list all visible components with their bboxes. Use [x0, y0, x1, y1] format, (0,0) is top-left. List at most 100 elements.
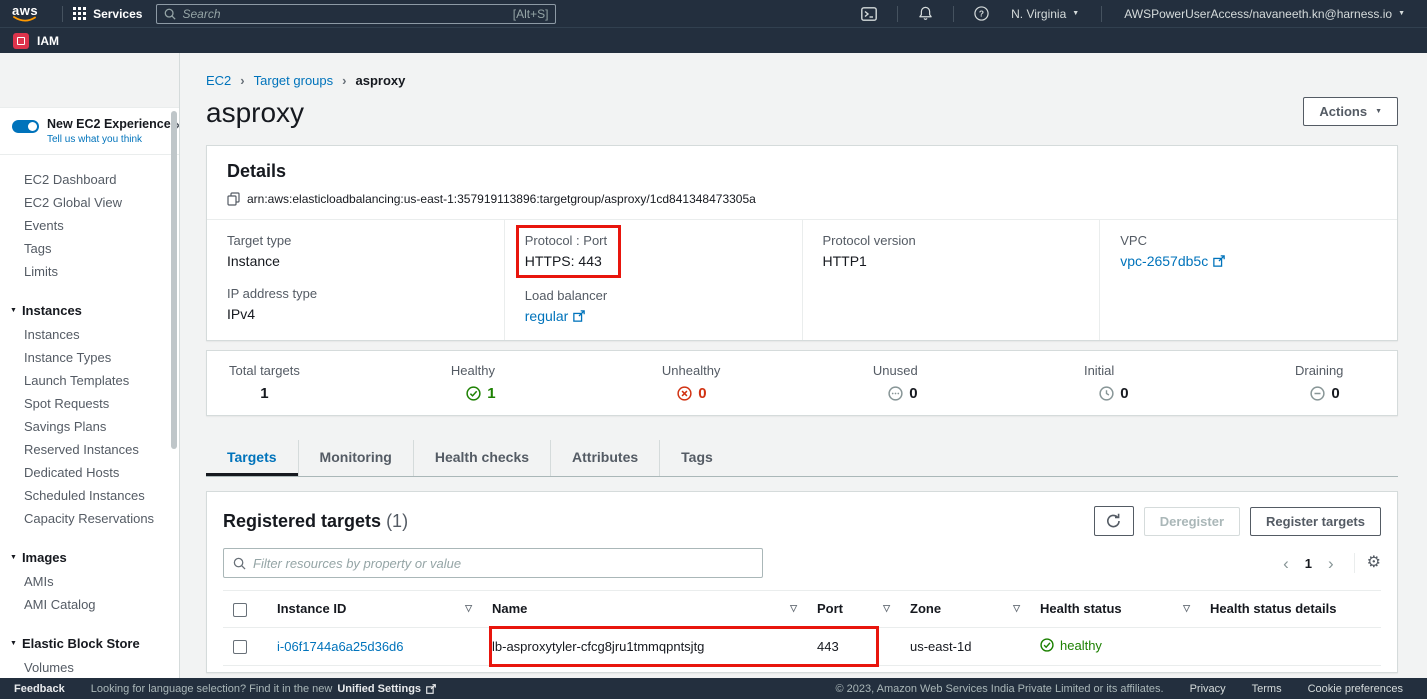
ellipsis-circle-icon	[888, 386, 903, 401]
register-targets-button[interactable]: Register targets	[1250, 507, 1381, 536]
settings-gear-icon[interactable]: ⚙	[1367, 555, 1381, 571]
tab-targets[interactable]: Targets	[206, 440, 298, 476]
account-menu[interactable]: AWSPowerUserAccess/navaneeth.kn@harness.…	[1112, 7, 1417, 21]
top-navigation-bar: aws Services [Alt+S]	[0, 0, 1427, 27]
favorites-bar: IAM	[0, 27, 1427, 53]
next-page-icon[interactable]: ›	[1320, 555, 1342, 572]
sidebar-item-volumes[interactable]: Volumes	[0, 656, 179, 678]
registered-targets-table: Instance ID ▽ Name ▽ Port ▽ Zone ▽ Healt…	[223, 590, 1381, 666]
clock-icon	[1099, 386, 1114, 401]
column-name[interactable]: Name ▽	[482, 591, 807, 628]
terms-link[interactable]: Terms	[1252, 683, 1282, 695]
ip-address-type-label: IP address type	[227, 286, 484, 301]
chevron-down-icon: ▼	[1398, 10, 1405, 17]
tab-health-checks[interactable]: Health checks	[413, 440, 550, 476]
triangle-down-icon: ▼	[10, 554, 17, 561]
sidebar-item-events[interactable]: Events	[0, 214, 179, 237]
details-heading: Details	[227, 161, 1377, 182]
sidebar-section-instances[interactable]: ▼ Instances	[0, 298, 179, 323]
sidebar-item-instances[interactable]: Instances	[0, 323, 179, 346]
sidebar-item-amis[interactable]: AMIs	[0, 570, 179, 593]
sort-icon[interactable]: ▽	[465, 603, 472, 614]
unified-settings-link[interactable]: Unified Settings	[337, 683, 421, 695]
cookie-preferences-link[interactable]: Cookie preferences	[1308, 683, 1403, 695]
page-title: asproxy	[206, 97, 304, 129]
column-port[interactable]: Port ▽	[807, 591, 900, 628]
sidebar-section-ebs[interactable]: ▼ Elastic Block Store	[0, 631, 179, 656]
table-row: i-06f1744a6a25d36d6 lb-asproxytyler-cfcg…	[223, 627, 1381, 666]
select-all-checkbox[interactable]	[233, 603, 247, 617]
sort-icon[interactable]: ▽	[1013, 603, 1020, 614]
sidebar-item-reserved-instances[interactable]: Reserved Instances	[0, 438, 179, 461]
pagination: ‹ 1 › ⚙	[1275, 553, 1381, 573]
divider	[897, 6, 898, 22]
sidebar-item-ec2-dashboard[interactable]: EC2 Dashboard	[0, 168, 179, 191]
tab-attributes[interactable]: Attributes	[550, 440, 659, 476]
sidebar-item-ec2-global-view[interactable]: EC2 Global View	[0, 191, 179, 214]
global-search[interactable]: [Alt+S]	[156, 4, 556, 24]
divider	[1101, 6, 1102, 22]
search-shortcut: [Alt+S]	[513, 7, 549, 21]
tab-tags[interactable]: Tags	[659, 440, 734, 476]
protocol-port-label: Protocol : Port	[525, 233, 607, 248]
column-health-status[interactable]: Health status ▽	[1030, 591, 1200, 628]
deregister-button[interactable]: Deregister	[1144, 507, 1240, 536]
stat-initial: Initial 0	[1084, 363, 1144, 402]
sidebar-item-dedicated-hosts[interactable]: Dedicated Hosts	[0, 461, 179, 484]
sidebar-section-images[interactable]: ▼ Images	[0, 545, 179, 570]
sidebar-item-ami-catalog[interactable]: AMI Catalog	[0, 593, 179, 616]
instance-id-link[interactable]: i-06f1744a6a25d36d6	[277, 639, 404, 654]
sidebar-item-launch-templates[interactable]: Launch Templates	[0, 369, 179, 392]
sidebar-item-savings-plans[interactable]: Savings Plans	[0, 415, 179, 438]
column-health-status-details[interactable]: Health status details	[1200, 591, 1381, 628]
copy-icon[interactable]	[227, 192, 240, 206]
actions-button[interactable]: Actions ▼	[1303, 97, 1398, 126]
filter-input[interactable]	[253, 556, 753, 571]
new-experience-toggle[interactable]	[12, 120, 39, 133]
breadcrumb-target-groups[interactable]: Target groups	[254, 73, 334, 88]
tab-monitoring[interactable]: Monitoring	[298, 440, 413, 476]
sidebar-item-capacity-reservations[interactable]: Capacity Reservations	[0, 507, 179, 530]
vpc-link[interactable]: vpc-2657db5c	[1120, 253, 1225, 269]
sidebar-item-spot-requests[interactable]: Spot Requests	[0, 392, 179, 415]
sidebar-item-tags[interactable]: Tags	[0, 237, 179, 260]
ip-address-type-value: IPv4	[227, 306, 484, 322]
notifications-button[interactable]	[908, 6, 943, 21]
load-balancer-label: Load balancer	[525, 288, 782, 303]
column-zone[interactable]: Zone ▽	[900, 591, 1030, 628]
details-column-4: VPC vpc-2657db5c	[1099, 220, 1397, 340]
sidebar-scrollbar[interactable]	[171, 111, 177, 449]
cloudshell-button[interactable]	[851, 7, 887, 21]
sidebar-item-scheduled-instances[interactable]: Scheduled Instances	[0, 484, 179, 507]
search-icon	[233, 557, 246, 570]
external-link-icon	[426, 684, 436, 694]
row-checkbox[interactable]	[233, 640, 247, 654]
target-port: 443	[807, 627, 900, 666]
new-experience-banner: New EC2 Experience Tell us what you thin…	[0, 107, 179, 155]
region-selector[interactable]: N. Virginia ▼	[999, 7, 1091, 21]
sort-icon[interactable]: ▽	[790, 603, 797, 614]
details-column-3: Protocol version HTTP1	[802, 220, 1100, 340]
registered-targets-title: Registered targets	[223, 511, 381, 532]
previous-page-icon[interactable]: ‹	[1275, 555, 1297, 572]
feedback-button[interactable]: Feedback	[14, 683, 65, 695]
health-status-details	[1200, 627, 1381, 666]
refresh-button[interactable]	[1094, 506, 1134, 536]
load-balancer-link[interactable]: regular	[525, 308, 586, 324]
sidebar-item-instance-types[interactable]: Instance Types	[0, 346, 179, 369]
filter-box[interactable]	[223, 548, 763, 578]
iam-shortcut[interactable]: IAM	[37, 34, 59, 48]
sort-icon[interactable]: ▽	[883, 603, 890, 614]
details-column-2: Protocol : Port HTTPS: 443 Load balancer…	[504, 220, 802, 340]
sort-icon[interactable]: ▽	[1183, 603, 1190, 614]
breadcrumb-ec2[interactable]: EC2	[206, 73, 231, 88]
region-label: N. Virginia	[1011, 7, 1066, 21]
sidebar-item-limits[interactable]: Limits	[0, 260, 179, 283]
privacy-link[interactable]: Privacy	[1190, 683, 1226, 695]
feedback-link[interactable]: Tell us what you think	[47, 134, 171, 145]
aws-logo[interactable]: aws	[12, 5, 38, 22]
column-instance-id[interactable]: Instance ID ▽	[267, 591, 482, 628]
search-input[interactable]	[182, 7, 506, 21]
help-button[interactable]: ?	[964, 6, 999, 21]
services-menu-button[interactable]: Services	[73, 7, 142, 21]
